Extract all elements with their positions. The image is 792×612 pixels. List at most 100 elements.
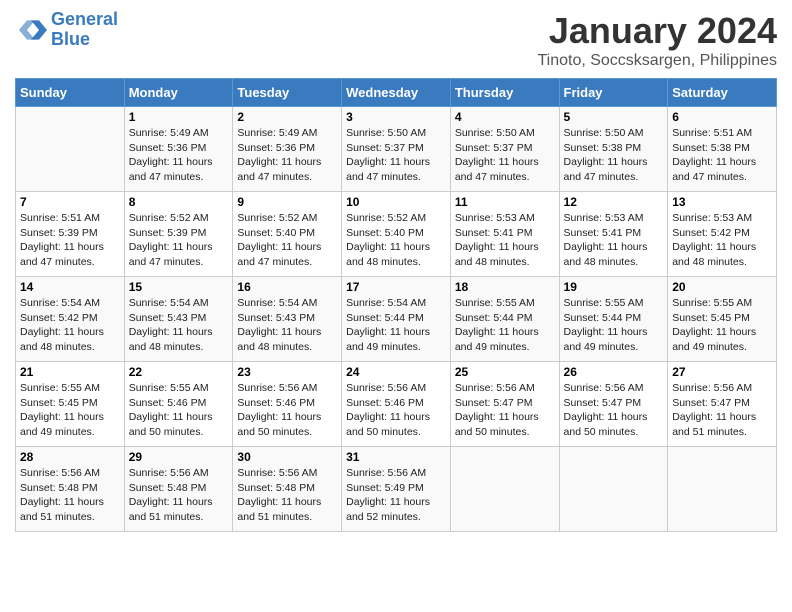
cell-info: Sunrise: 5:51 AM Sunset: 5:39 PM Dayligh… [20, 211, 120, 270]
cell-info: Sunrise: 5:56 AM Sunset: 5:47 PM Dayligh… [672, 381, 772, 440]
cell-info: Sunrise: 5:52 AM Sunset: 5:40 PM Dayligh… [346, 211, 446, 270]
cell-info: Sunrise: 5:56 AM Sunset: 5:48 PM Dayligh… [129, 466, 229, 525]
cell-info: Sunrise: 5:51 AM Sunset: 5:38 PM Dayligh… [672, 126, 772, 185]
day-number: 7 [20, 195, 120, 209]
calendar-cell: 22 Sunrise: 5:55 AM Sunset: 5:46 PM Dayli… [124, 362, 233, 447]
cell-info: Sunrise: 5:56 AM Sunset: 5:47 PM Dayligh… [455, 381, 555, 440]
cell-info: Sunrise: 5:56 AM Sunset: 5:47 PM Dayligh… [564, 381, 664, 440]
cell-info: Sunrise: 5:54 AM Sunset: 5:43 PM Dayligh… [129, 296, 229, 355]
calendar-cell: 14 Sunrise: 5:54 AM Sunset: 5:42 PM Dayli… [16, 277, 125, 362]
calendar-cell: 21 Sunrise: 5:55 AM Sunset: 5:45 PM Dayli… [16, 362, 125, 447]
day-number: 30 [237, 450, 337, 464]
logo: General Blue [15, 10, 118, 50]
calendar-cell: 27Sunrise: 5:56 AM Sunset: 5:47 PM Dayli… [668, 362, 777, 447]
day-number: 5 [564, 110, 664, 124]
cell-info: Sunrise: 5:56 AM Sunset: 5:49 PM Dayligh… [346, 466, 446, 525]
calendar-cell: 2 Sunrise: 5:49 AM Sunset: 5:36 PM Daylig… [233, 107, 342, 192]
location-title: Tinoto, Soccsksargen, Philippines [537, 52, 777, 70]
day-number: 1 [129, 110, 229, 124]
day-number: 11 [455, 195, 555, 209]
calendar-table: SundayMondayTuesdayWednesdayThursdayFrid… [15, 78, 777, 532]
cell-info: Sunrise: 5:55 AM Sunset: 5:44 PM Dayligh… [455, 296, 555, 355]
calendar-cell: 17Sunrise: 5:54 AM Sunset: 5:44 PM Dayli… [342, 277, 451, 362]
day-number: 26 [564, 365, 664, 379]
cell-info: Sunrise: 5:56 AM Sunset: 5:48 PM Dayligh… [237, 466, 337, 525]
calendar-cell: 24Sunrise: 5:56 AM Sunset: 5:46 PM Dayli… [342, 362, 451, 447]
cell-info: Sunrise: 5:52 AM Sunset: 5:39 PM Dayligh… [129, 211, 229, 270]
cell-info: Sunrise: 5:53 AM Sunset: 5:41 PM Dayligh… [455, 211, 555, 270]
cell-info: Sunrise: 5:55 AM Sunset: 5:45 PM Dayligh… [20, 381, 120, 440]
day-number: 20 [672, 280, 772, 294]
calendar-cell: 31 Sunrise: 5:56 AM Sunset: 5:49 PM Dayli… [342, 447, 451, 532]
calendar-week-row: 1 Sunrise: 5:49 AM Sunset: 5:36 PM Daylig… [16, 107, 777, 192]
calendar-cell: 11 Sunrise: 5:53 AM Sunset: 5:41 PM Dayli… [450, 192, 559, 277]
calendar-cell: 28 Sunrise: 5:56 AM Sunset: 5:48 PM Dayli… [16, 447, 125, 532]
day-number: 31 [346, 450, 446, 464]
cell-info: Sunrise: 5:56 AM Sunset: 5:46 PM Dayligh… [237, 381, 337, 440]
cell-info: Sunrise: 5:49 AM Sunset: 5:36 PM Dayligh… [237, 126, 337, 185]
calendar-cell: 15Sunrise: 5:54 AM Sunset: 5:43 PM Dayli… [124, 277, 233, 362]
page-header: General Blue January 2024 Tinoto, Soccsk… [15, 10, 777, 70]
day-number: 10 [346, 195, 446, 209]
cell-info: Sunrise: 5:56 AM Sunset: 5:48 PM Dayligh… [20, 466, 120, 525]
cell-info: Sunrise: 5:53 AM Sunset: 5:41 PM Dayligh… [564, 211, 664, 270]
day-number: 13 [672, 195, 772, 209]
day-number: 2 [237, 110, 337, 124]
weekday-header-thursday: Thursday [450, 79, 559, 107]
day-number: 4 [455, 110, 555, 124]
day-number: 28 [20, 450, 120, 464]
weekday-header-friday: Friday [559, 79, 668, 107]
calendar-cell: 4 Sunrise: 5:50 AM Sunset: 5:37 PM Daylig… [450, 107, 559, 192]
calendar-cell: 1Sunrise: 5:49 AM Sunset: 5:36 PM Daylig… [124, 107, 233, 192]
cell-info: Sunrise: 5:50 AM Sunset: 5:37 PM Dayligh… [455, 126, 555, 185]
calendar-cell: 3 Sunrise: 5:50 AM Sunset: 5:37 PM Daylig… [342, 107, 451, 192]
calendar-week-row: 7 Sunrise: 5:51 AM Sunset: 5:39 PM Daylig… [16, 192, 777, 277]
calendar-week-row: 21 Sunrise: 5:55 AM Sunset: 5:45 PM Dayli… [16, 362, 777, 447]
calendar-week-row: 28 Sunrise: 5:56 AM Sunset: 5:48 PM Dayli… [16, 447, 777, 532]
calendar-cell: 26 Sunrise: 5:56 AM Sunset: 5:47 PM Dayli… [559, 362, 668, 447]
calendar-cell [450, 447, 559, 532]
day-number: 19 [564, 280, 664, 294]
cell-info: Sunrise: 5:50 AM Sunset: 5:38 PM Dayligh… [564, 126, 664, 185]
calendar-cell: 8Sunrise: 5:52 AM Sunset: 5:39 PM Daylig… [124, 192, 233, 277]
calendar-cell: 20 Sunrise: 5:55 AM Sunset: 5:45 PM Dayli… [668, 277, 777, 362]
day-number: 22 [129, 365, 229, 379]
calendar-cell: 19Sunrise: 5:55 AM Sunset: 5:44 PM Dayli… [559, 277, 668, 362]
day-number: 17 [346, 280, 446, 294]
day-number: 16 [237, 280, 337, 294]
calendar-cell: 18 Sunrise: 5:55 AM Sunset: 5:44 PM Dayli… [450, 277, 559, 362]
calendar-cell [559, 447, 668, 532]
calendar-cell: 25Sunrise: 5:56 AM Sunset: 5:47 PM Dayli… [450, 362, 559, 447]
cell-info: Sunrise: 5:53 AM Sunset: 5:42 PM Dayligh… [672, 211, 772, 270]
cell-info: Sunrise: 5:52 AM Sunset: 5:40 PM Dayligh… [237, 211, 337, 270]
day-number: 6 [672, 110, 772, 124]
day-number: 14 [20, 280, 120, 294]
cell-info: Sunrise: 5:54 AM Sunset: 5:42 PM Dayligh… [20, 296, 120, 355]
cell-info: Sunrise: 5:55 AM Sunset: 5:45 PM Dayligh… [672, 296, 772, 355]
day-number: 21 [20, 365, 120, 379]
day-number: 9 [237, 195, 337, 209]
cell-info: Sunrise: 5:54 AM Sunset: 5:43 PM Dayligh… [237, 296, 337, 355]
day-number: 3 [346, 110, 446, 124]
title-area: January 2024 Tinoto, Soccsksargen, Phili… [537, 10, 777, 70]
calendar-cell: 16 Sunrise: 5:54 AM Sunset: 5:43 PM Dayli… [233, 277, 342, 362]
cell-info: Sunrise: 5:55 AM Sunset: 5:46 PM Dayligh… [129, 381, 229, 440]
weekday-header-wednesday: Wednesday [342, 79, 451, 107]
cell-info: Sunrise: 5:56 AM Sunset: 5:46 PM Dayligh… [346, 381, 446, 440]
day-number: 18 [455, 280, 555, 294]
calendar-cell: 9 Sunrise: 5:52 AM Sunset: 5:40 PM Daylig… [233, 192, 342, 277]
calendar-cell: 7 Sunrise: 5:51 AM Sunset: 5:39 PM Daylig… [16, 192, 125, 277]
weekday-header-row: SundayMondayTuesdayWednesdayThursdayFrid… [16, 79, 777, 107]
month-title: January 2024 [537, 10, 777, 52]
weekday-header-tuesday: Tuesday [233, 79, 342, 107]
calendar-cell: 30 Sunrise: 5:56 AM Sunset: 5:48 PM Dayli… [233, 447, 342, 532]
cell-info: Sunrise: 5:50 AM Sunset: 5:37 PM Dayligh… [346, 126, 446, 185]
weekday-header-saturday: Saturday [668, 79, 777, 107]
weekday-header-sunday: Sunday [16, 79, 125, 107]
calendar-cell: 6 Sunrise: 5:51 AM Sunset: 5:38 PM Daylig… [668, 107, 777, 192]
calendar-cell: 10 Sunrise: 5:52 AM Sunset: 5:40 PM Dayli… [342, 192, 451, 277]
calendar-cell: 23Sunrise: 5:56 AM Sunset: 5:46 PM Dayli… [233, 362, 342, 447]
weekday-header-monday: Monday [124, 79, 233, 107]
calendar-cell: 29Sunrise: 5:56 AM Sunset: 5:48 PM Dayli… [124, 447, 233, 532]
calendar-cell: 13 Sunrise: 5:53 AM Sunset: 5:42 PM Dayli… [668, 192, 777, 277]
